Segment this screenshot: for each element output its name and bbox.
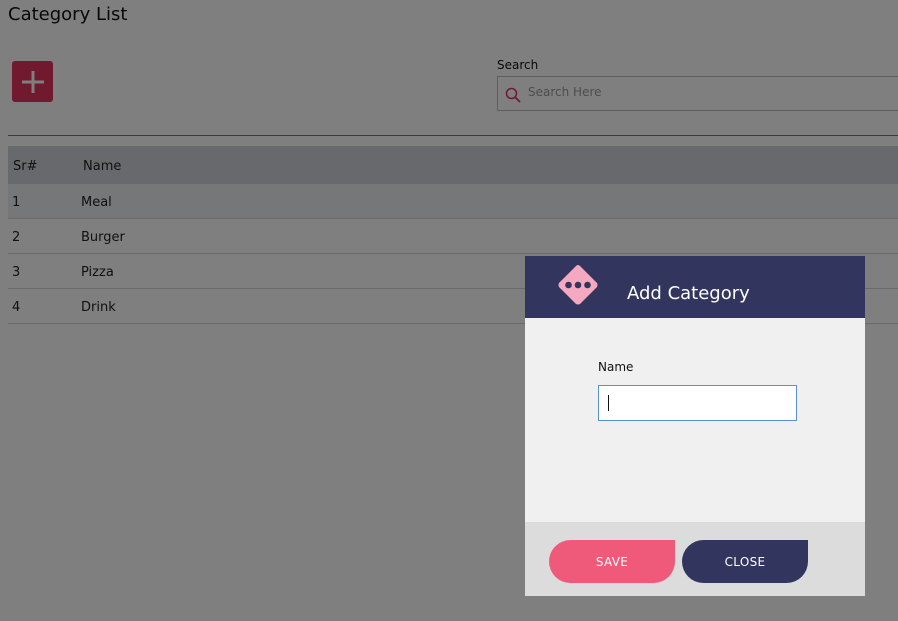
dice-icon: [558, 265, 598, 305]
add-category-dialog: Add Category Name SAVE CLOSE: [525, 256, 865, 596]
dialog-header: Add Category: [525, 256, 865, 318]
name-label: Name: [598, 360, 634, 374]
name-field[interactable]: [598, 385, 797, 421]
save-button[interactable]: SAVE: [549, 540, 675, 583]
text-caret: [608, 395, 609, 411]
close-button[interactable]: CLOSE: [682, 540, 808, 583]
dialog-title: Add Category: [627, 283, 750, 304]
dialog-footer: SAVE CLOSE: [525, 522, 865, 596]
